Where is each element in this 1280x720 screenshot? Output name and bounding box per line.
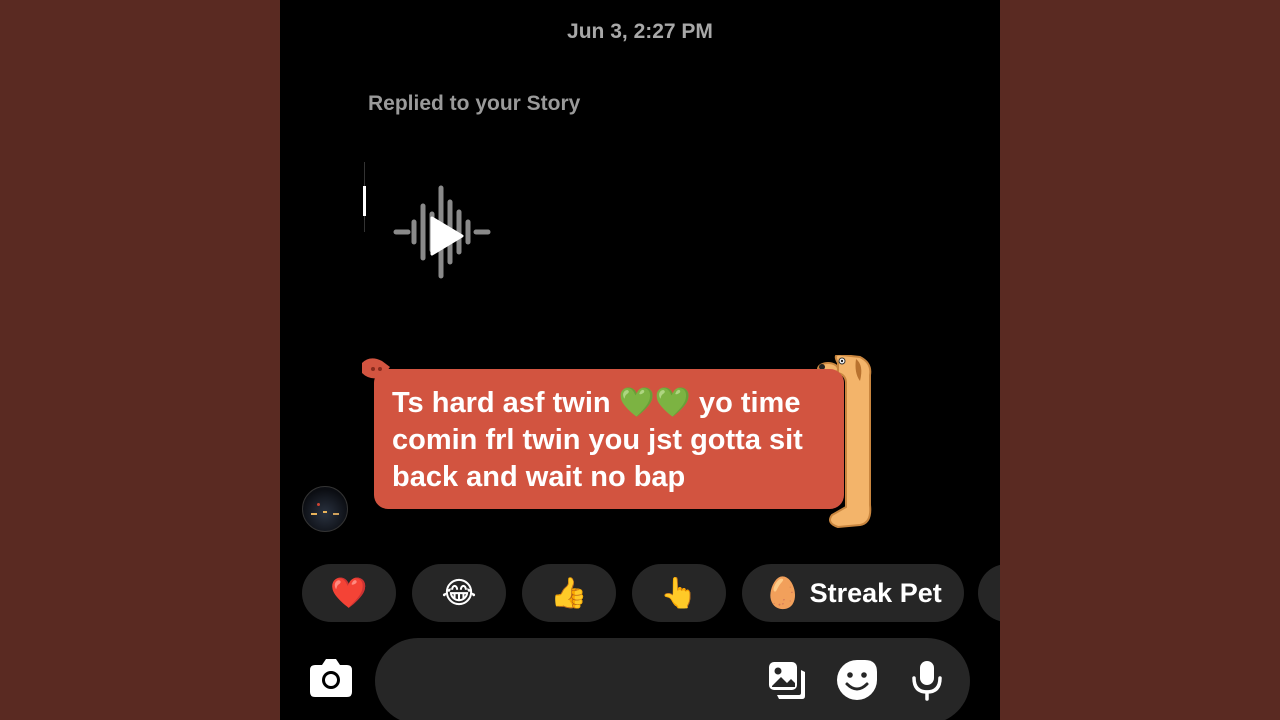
reaction-thumbs-up-button[interactable]: 👍 <box>522 564 616 622</box>
message-composer[interactable] <box>375 638 970 720</box>
quick-reactions-row: ❤️ 😂 👍 👆 🥚 Streak Pet <box>302 564 1000 624</box>
message-timestamp: Jun 3, 2:27 PM <box>567 20 713 43</box>
streak-pet-button[interactable]: 🥚 Streak Pet <box>742 564 964 622</box>
story-reply-label: Replied to your Story <box>368 92 581 115</box>
egg-icon: 🥚 <box>764 575 802 611</box>
reaction-heart-button[interactable]: ❤️ <box>302 564 396 622</box>
reaction-laugh-button[interactable]: 😂 <box>412 564 506 622</box>
more-reactions-button[interactable] <box>978 564 1000 622</box>
heart-icon: ❤️ <box>330 575 368 611</box>
story-progress-bar <box>363 186 366 216</box>
sender-avatar[interactable] <box>302 486 348 532</box>
play-icon[interactable] <box>426 214 466 258</box>
camera-icon[interactable] <box>302 650 360 708</box>
chat-screen: Jun 3, 2:27 PM Replied to your Story Ts … <box>280 0 1000 720</box>
message-text: Ts hard asf twin 💚💚 yo time comin frl tw… <box>392 387 803 493</box>
streak-pet-label: Streak Pet <box>809 577 942 608</box>
gallery-icon[interactable] <box>765 658 809 702</box>
message-bubble[interactable]: Ts hard asf twin 💚💚 yo time comin frl tw… <box>360 355 875 530</box>
reaction-pointing-up-button[interactable]: 👆 <box>632 564 726 622</box>
pointing-up-icon: 👆 <box>660 575 698 611</box>
laughing-face-icon: 😂 <box>441 575 477 611</box>
sticker-icon[interactable] <box>835 658 879 702</box>
microphone-icon[interactable] <box>905 658 949 702</box>
thumbs-up-icon: 👍 <box>550 575 588 611</box>
